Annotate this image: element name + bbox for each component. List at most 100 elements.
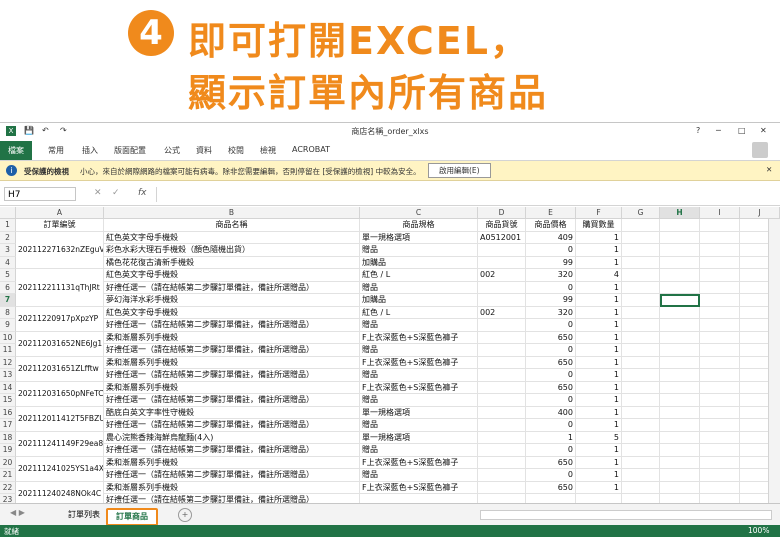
horizontal-scrollbar[interactable]	[480, 510, 772, 520]
table-cell[interactable]: 1	[576, 406, 622, 419]
table-cell[interactable]: 002	[478, 269, 526, 282]
spreadsheet-grid[interactable]: A B C D E F G H I J 1 訂單編號 商品名稱 商品規格 商品貨號 商品價格 購買數量 2 紅色英文…	[0, 207, 780, 503]
empty-cell[interactable]	[700, 481, 740, 494]
empty-cell[interactable]	[660, 456, 700, 469]
maximize-button[interactable]: □	[738, 126, 746, 135]
empty-cell[interactable]	[700, 256, 740, 269]
row-header[interactable]: 17	[0, 419, 16, 432]
zoom-slider[interactable]	[640, 526, 740, 536]
empty-cell[interactable]	[700, 419, 740, 432]
row-header[interactable]: 14	[0, 381, 16, 394]
row-header[interactable]: 8	[0, 306, 16, 319]
row-header[interactable]: 9	[0, 319, 16, 332]
empty-cell[interactable]	[622, 431, 660, 444]
row-header[interactable]: 4	[0, 256, 16, 269]
table-cell[interactable]: 1	[576, 331, 622, 344]
empty-cell[interactable]	[622, 244, 660, 257]
table-cell[interactable]: 柔和漸層系列手機殼	[104, 381, 360, 394]
vertical-scrollbar[interactable]	[768, 219, 780, 503]
empty-cell[interactable]	[622, 481, 660, 494]
table-cell[interactable]: 4	[576, 269, 622, 282]
row-header[interactable]: 2	[0, 231, 16, 244]
empty-cell[interactable]	[622, 219, 660, 232]
empty-cell[interactable]	[622, 356, 660, 369]
table-cell[interactable]: 409	[526, 231, 576, 244]
empty-cell[interactable]	[700, 381, 740, 394]
empty-cell[interactable]	[622, 419, 660, 432]
table-cell[interactable]: 0	[526, 344, 576, 357]
table-cell[interactable]: 贈品	[360, 369, 478, 382]
table-cell[interactable]: F上衣深藍色+S深藍色褲子	[360, 381, 478, 394]
row-header[interactable]: 20	[0, 456, 16, 469]
empty-cell[interactable]	[700, 406, 740, 419]
table-cell[interactable]	[478, 469, 526, 482]
table-cell[interactable]: 好禮任選一（請在結帳第二步驟訂單備註，備註所選贈品）	[104, 419, 360, 432]
table-cell[interactable]	[478, 481, 526, 494]
tab-home[interactable]: 常用	[48, 145, 64, 156]
table-cell[interactable]: 1	[576, 306, 622, 319]
table-cell[interactable]: 99	[526, 294, 576, 307]
column-header[interactable]: C	[360, 207, 478, 219]
empty-cell[interactable]	[700, 394, 740, 407]
table-cell[interactable]: 紅色 / L	[360, 306, 478, 319]
table-cell[interactable]: 650	[526, 456, 576, 469]
empty-cell[interactable]	[700, 344, 740, 357]
order-id-cell[interactable]: 202111241025YS1a4X	[16, 456, 104, 482]
table-cell[interactable]: 99	[526, 256, 576, 269]
empty-cell[interactable]	[622, 319, 660, 332]
row-header[interactable]: 5	[0, 269, 16, 282]
table-cell[interactable]: 柔和漸層系列手機殼	[104, 481, 360, 494]
empty-cell[interactable]	[700, 431, 740, 444]
empty-cell[interactable]	[660, 281, 700, 294]
table-cell[interactable]: 1	[576, 394, 622, 407]
empty-cell[interactable]	[16, 494, 104, 503]
column-header[interactable]: I	[700, 207, 740, 219]
sheet-nav-icon[interactable]: ◀ ▶	[10, 508, 25, 517]
table-cell[interactable]: 1	[576, 231, 622, 244]
empty-cell[interactable]	[622, 256, 660, 269]
table-cell[interactable]: F上衣深藍色+S深藍色褲子	[360, 331, 478, 344]
order-id-cell[interactable]: 202112211131qThJRt	[16, 269, 104, 307]
table-cell[interactable]: 0	[526, 444, 576, 457]
column-header[interactable]: H	[660, 207, 700, 219]
fx-icon[interactable]: fx	[138, 188, 147, 198]
column-header[interactable]: F	[576, 207, 622, 219]
sheet-tab-orders[interactable]: 訂單列表	[60, 508, 108, 522]
table-header-cell[interactable]: 商品貨號	[478, 219, 526, 232]
table-cell[interactable]: 單一規格選項	[360, 431, 478, 444]
empty-cell[interactable]	[660, 469, 700, 482]
empty-cell[interactable]	[622, 406, 660, 419]
table-cell[interactable]: 1	[526, 431, 576, 444]
table-cell[interactable]: 1	[576, 481, 622, 494]
table-cell[interactable]	[478, 369, 526, 382]
table-cell[interactable]: 橘色花花復古清新手機殼	[104, 256, 360, 269]
empty-cell[interactable]	[700, 369, 740, 382]
table-cell[interactable]	[478, 331, 526, 344]
empty-cell[interactable]	[622, 294, 660, 307]
empty-cell[interactable]	[660, 394, 700, 407]
table-cell[interactable]	[478, 344, 526, 357]
enable-editing-button[interactable]: 啟用編輯(E)	[428, 163, 491, 178]
empty-cell[interactable]	[660, 331, 700, 344]
table-cell[interactable]: 贈品	[360, 419, 478, 432]
table-cell[interactable]: 贈品	[360, 281, 478, 294]
table-cell[interactable]: 好禮任選一（請在結帳第二步驟訂單備註，備註所選贈品）	[104, 494, 360, 503]
table-cell[interactable]: 贈品	[360, 469, 478, 482]
row-header[interactable]: 23	[0, 494, 16, 503]
table-cell[interactable]: 0	[526, 319, 576, 332]
empty-cell[interactable]	[660, 419, 700, 432]
table-cell[interactable]: 柔和漸層系列手機殼	[104, 356, 360, 369]
enter-icon[interactable]: ✓	[112, 188, 120, 198]
order-id-cell[interactable]: 202111241149F29ea8	[16, 431, 104, 457]
empty-cell[interactable]	[660, 256, 700, 269]
table-cell[interactable]: 酷底白英文字率性守機殼	[104, 406, 360, 419]
empty-cell[interactable]	[700, 319, 740, 332]
tab-data[interactable]: 資料	[196, 145, 212, 156]
table-cell[interactable]: 5	[576, 431, 622, 444]
empty-cell[interactable]	[622, 444, 660, 457]
table-cell[interactable]: A0512001	[478, 231, 526, 244]
tab-acrobat[interactable]: ACROBAT	[292, 145, 330, 154]
table-cell[interactable]	[478, 494, 526, 503]
table-cell[interactable]: 好禮任選一（請在結帳第二步驟訂單備註，備註所選贈品）	[104, 281, 360, 294]
table-cell[interactable]: 0	[526, 394, 576, 407]
